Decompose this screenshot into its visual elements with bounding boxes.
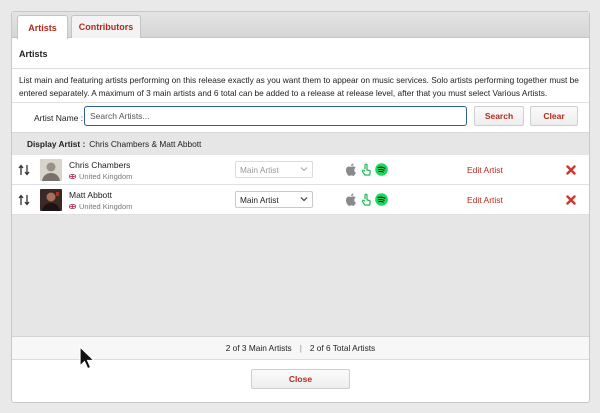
delete-icon[interactable] (566, 195, 576, 205)
artist-list-panel: Display Artist : Chris Chambers & Matt A… (12, 132, 589, 336)
mouse-cursor-icon (79, 346, 95, 370)
chevron-down-icon (300, 197, 308, 202)
artist-row: Chris Chambers United Kingdom Main Artis… (12, 155, 589, 185)
uk-flag-icon (69, 174, 76, 179)
tap-icon[interactable] (361, 163, 372, 176)
uk-flag-icon (69, 204, 76, 209)
search-artists-input[interactable] (84, 106, 467, 126)
tab-artists[interactable]: Artists (17, 15, 68, 39)
display-artist-label: Display Artist : (27, 139, 86, 149)
edit-artist-link[interactable]: Edit Artist (467, 195, 503, 205)
artists-dialog: Artists Contributors Artists List main a… (11, 11, 590, 403)
artist-row: Matt Abbott United Kingdom Main Artist E… (12, 185, 589, 215)
tab-contributors[interactable]: Contributors (71, 15, 141, 38)
artist-name-label: Artist Name : (34, 113, 84, 123)
search-row: Artist Name : Search Clear (12, 102, 589, 132)
spotify-icon[interactable] (375, 163, 388, 176)
artist-role-value: Main Artist (240, 194, 279, 205)
artist-avatar (40, 159, 62, 181)
reorder-icon[interactable] (18, 164, 30, 176)
artist-country: United Kingdom (69, 172, 132, 181)
section-description: List main and featuring artists performi… (19, 75, 579, 98)
section-title: Artists (12, 39, 589, 69)
artist-country-label: United Kingdom (79, 172, 133, 181)
tab-bar: Artists Contributors (12, 12, 589, 39)
artist-country: United Kingdom (69, 202, 132, 211)
tap-icon[interactable] (361, 193, 372, 206)
display-artist: Display Artist : Chris Chambers & Matt A… (12, 133, 589, 155)
chevron-down-icon (300, 167, 308, 172)
artist-country-label: United Kingdom (79, 202, 133, 211)
search-button[interactable]: Search (474, 106, 524, 126)
artist-avatar (40, 189, 62, 211)
apple-music-icon[interactable] (346, 193, 357, 206)
artist-role-select[interactable]: Main Artist (235, 161, 313, 178)
edit-artist-link[interactable]: Edit Artist (467, 165, 503, 175)
display-artist-value: Chris Chambers & Matt Abbott (89, 139, 202, 149)
main-artist-count: 2 of 3 Main Artists (225, 343, 292, 353)
artist-role-value: Main Artist (240, 164, 279, 175)
delete-icon[interactable] (566, 165, 576, 175)
spotify-icon[interactable] (375, 193, 388, 206)
clear-button[interactable]: Clear (530, 106, 578, 126)
close-button[interactable]: Close (251, 369, 350, 389)
count-separator: | (299, 343, 302, 353)
total-artist-count: 2 of 6 Total Artists (309, 343, 376, 353)
artist-count-bar: 2 of 3 Main Artists | 2 of 6 Total Artis… (12, 336, 589, 360)
artist-role-select[interactable]: Main Artist (235, 191, 313, 208)
artist-name: Matt Abbott (69, 190, 112, 200)
artist-name: Chris Chambers (69, 160, 131, 170)
apple-music-icon[interactable] (346, 163, 357, 176)
reorder-icon[interactable] (18, 194, 30, 206)
